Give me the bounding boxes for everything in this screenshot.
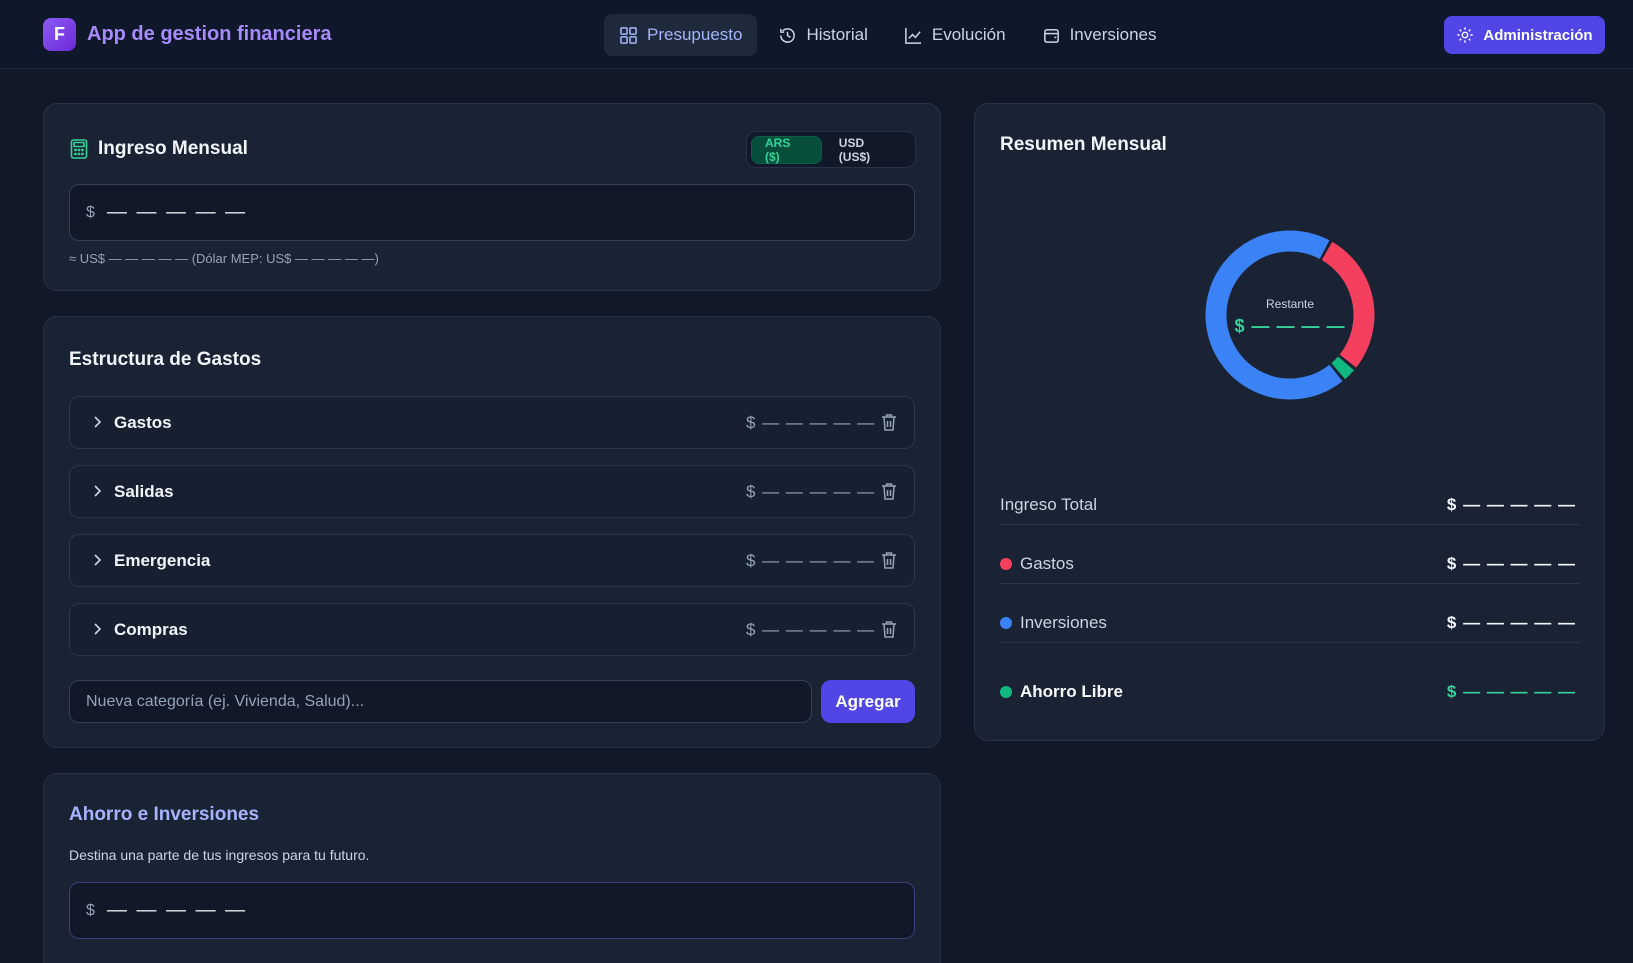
chart-line-icon: [904, 27, 921, 44]
tab-inversiones[interactable]: Inversiones: [1027, 14, 1172, 56]
category-row-emergencia[interactable]: Emergencia $ — — — — —: [69, 534, 915, 587]
category-row-compras[interactable]: Compras $ — — — — —: [69, 603, 915, 656]
summary-label: Ahorro Libre: [1000, 682, 1123, 702]
category-amount: $ — — — — —: [746, 482, 876, 501]
category-row-gastos[interactable]: Gastos $ — — — — —: [69, 396, 915, 449]
category-amount: $ — — — — —: [746, 413, 876, 432]
category-name: Gastos: [114, 413, 172, 432]
donut-chart: [1205, 230, 1375, 400]
summary-amount: $ — — — — —: [1446, 613, 1576, 632]
summary-row-ahorro-libre: Ahorro Libre $ — — — — —: [1000, 672, 1580, 712]
admin-label: Administración: [1483, 26, 1593, 44]
trash-icon[interactable]: [880, 413, 898, 432]
legend-dot: [1000, 617, 1012, 629]
summary-title: Resumen Mensual: [1000, 134, 1167, 155]
summary-row-gastos: Gastos $ — — — — —: [1000, 544, 1580, 584]
savings-card: Ahorro e Inversiones Destina una parte d…: [43, 773, 941, 963]
income-card: Ingreso Mensual ARS ($) USD (US$) $ — — …: [43, 103, 941, 291]
currency-option-usd[interactable]: USD (US$): [826, 136, 911, 164]
summary-amount: $ — — — — —: [1446, 554, 1576, 573]
savings-title: Ahorro e Inversiones: [69, 804, 260, 825]
chevron-right-icon: [94, 485, 102, 497]
trash-icon[interactable]: [880, 551, 898, 570]
brand-logo: F: [43, 18, 76, 51]
chevron-right-icon: [94, 416, 102, 428]
savings-input[interactable]: $ — — — — —: [69, 882, 915, 939]
top-navigation-bar: F App de gestion financiera Presupuesto …: [0, 0, 1633, 69]
currency-option-ars[interactable]: ARS ($): [751, 135, 822, 164]
summary-label: Inversiones: [1000, 613, 1107, 633]
history-icon: [780, 27, 796, 43]
add-category-button[interactable]: Agregar: [821, 680, 915, 723]
tab-label: Evolución: [931, 25, 1006, 44]
summary-label-text: Ahorro Libre: [1020, 682, 1123, 701]
summary-row-inversiones: Inversiones $ — — — — —: [1000, 603, 1580, 643]
expenses-title: Estructura de Gastos: [69, 349, 262, 370]
usd-conversion-hint: ≈ US$ — — — — — (Dólar MEP: US$ — — — — …: [69, 251, 379, 266]
income-title: Ingreso Mensual: [98, 138, 248, 159]
income-input[interactable]: $ — — — — —: [69, 184, 915, 241]
summary-label: Gastos: [1000, 554, 1074, 574]
brand-title: App de gestion financiera: [87, 23, 332, 45]
chevron-right-icon: [94, 554, 102, 566]
category-name: Salidas: [114, 482, 174, 501]
brand[interactable]: F App de gestion financiera: [43, 18, 331, 51]
summary-label-text: Gastos: [1020, 554, 1074, 573]
category-amount: $ — — — — —: [746, 551, 876, 570]
tab-label: Historial: [806, 25, 868, 44]
category-name: Compras: [114, 620, 188, 639]
tab-label: Inversiones: [1069, 25, 1157, 44]
main-tabs: Presupuesto Historial Evolución Inversio…: [604, 14, 1172, 56]
trash-icon[interactable]: [880, 620, 898, 639]
grid-icon: [620, 26, 637, 44]
summary-label-text: Ingreso Total: [1000, 495, 1098, 514]
new-category-input[interactable]: [69, 680, 812, 723]
calculator-icon: [70, 139, 88, 159]
wallet-icon: [1043, 28, 1059, 43]
gear-icon: [1457, 27, 1474, 43]
summary-label-text: Inversiones: [1020, 613, 1107, 632]
admin-button[interactable]: Administración: [1444, 16, 1605, 54]
savings-description: Destina una parte de tus ingresos para t…: [69, 847, 370, 863]
summary-card: Resumen Mensual Restante $ — — — — Ingre…: [974, 103, 1605, 741]
summary-amount: $ — — — — —: [1446, 682, 1576, 701]
savings-value: — — — — —: [106, 899, 248, 921]
currency-toggle: ARS ($) USD (US$): [746, 131, 916, 168]
category-amount: $ — — — — —: [746, 620, 876, 639]
income-value: — — — — —: [106, 201, 248, 223]
trash-icon[interactable]: [880, 482, 898, 501]
tab-evolucion[interactable]: Evolución: [889, 14, 1021, 56]
legend-dot: [1000, 558, 1012, 570]
legend-dot: [1000, 686, 1012, 698]
summary-row-ingreso-total: Ingreso Total $ — — — — —: [1000, 485, 1580, 525]
tab-label: Presupuesto: [647, 25, 743, 44]
summary-amount: $ — — — — —: [1446, 495, 1576, 514]
donut-value: $ — — — —: [1234, 316, 1346, 336]
currency-symbol: $: [86, 901, 95, 919]
chevron-right-icon: [94, 623, 102, 635]
tab-historial[interactable]: Historial: [763, 14, 882, 56]
category-name: Emergencia: [114, 551, 211, 570]
expenses-card: Estructura de Gastos Gastos $ — — — — — …: [43, 316, 941, 748]
summary-label: Ingreso Total: [1000, 495, 1097, 515]
currency-symbol: $: [86, 203, 95, 221]
donut-label: Restante: [1265, 297, 1315, 311]
category-row-salidas[interactable]: Salidas $ — — — — —: [69, 465, 915, 518]
tab-presupuesto[interactable]: Presupuesto: [604, 14, 758, 56]
